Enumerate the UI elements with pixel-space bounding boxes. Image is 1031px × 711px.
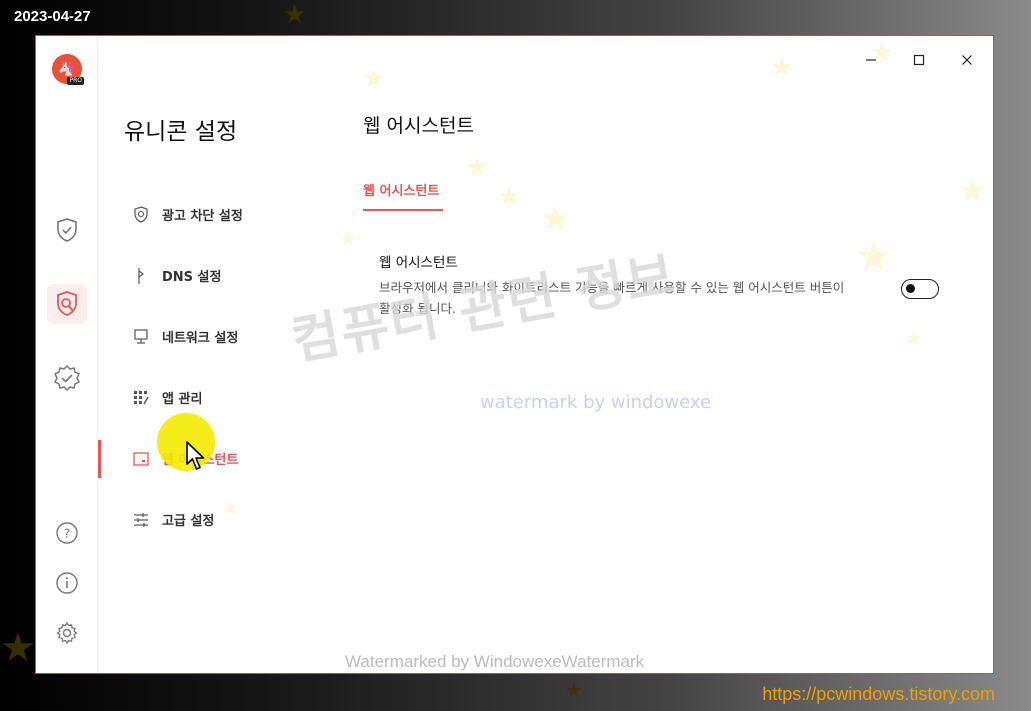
menu-item-dns[interactable]: DNS 설정 [98,245,328,306]
help-icon[interactable]: ? [51,517,83,549]
star-decoration: ★ [340,229,357,250]
star-decoration: ★ [770,53,794,83]
blog-url: https://pcwindows.tistory.com [762,684,995,704]
star-decoration: ★ [958,171,987,209]
star-decoration: ★ [497,182,521,212]
web-assistant-toggle[interactable] [901,279,939,299]
mouse-cursor-icon [186,441,205,470]
menu-item-app-management[interactable]: 앱 관리 [98,367,328,428]
apps-grid-icon [132,389,150,407]
sliders-icon [132,511,150,529]
close-icon[interactable] [955,48,979,72]
menu-item-ad-block[interactable]: 광고 차단 설정 [98,184,328,245]
menu-item-label: 앱 관리 [162,392,203,407]
menu-item-label: 네트워크 설정 [162,331,239,346]
shield-outline-icon [132,206,150,224]
star-decoration: ★ [362,64,386,94]
star-decoration: ★ [855,232,893,281]
star-decoration: ★ [222,498,239,519]
app-window: 🦄 PRO ? 유니콘 설정 광고 차단 설정 DNS 설정 네트워크 설정 앱… [35,35,994,674]
shield-check-icon[interactable] [51,214,83,246]
settings-menu: 광고 차단 설정 DNS 설정 네트워크 설정 앱 관리 웹 어시스턴트 [98,184,328,550]
star-decoration: ★ [870,38,894,68]
watermark-text: Watermarked by WindowexeWatermark [345,652,645,671]
tab-web-assistant[interactable]: 웹 어시스턴트 [363,180,443,211]
menu-item-advanced[interactable]: 고급 설정 [98,489,328,550]
star-decoration: ★ [540,199,571,239]
menu-item-label: 광고 차단 설정 [162,209,243,224]
watermark-text: watermark by windowexe [480,392,712,413]
icon-rail: 🦄 PRO ? [36,36,98,673]
settings-title: 유니콘 설정 [124,119,238,145]
badge-check-icon[interactable] [51,362,83,394]
svg-text:?: ? [64,527,70,541]
page-title: 웹 어시스턴트 [363,115,474,137]
star-decoration: ★ [283,0,307,30]
menu-item-label: 고급 설정 [162,514,215,529]
dns-icon [132,267,150,285]
toggle-knob [906,284,915,293]
shield-wrench-icon[interactable] [47,284,87,324]
network-icon [132,328,150,346]
star-decoration: ★ [465,153,489,183]
star-decoration: ★ [0,625,36,671]
star-decoration: ★ [905,328,922,349]
gear-icon[interactable] [51,617,83,649]
menu-item-label: DNS 설정 [162,270,222,285]
info-icon[interactable] [51,567,83,599]
maximize-icon[interactable] [907,48,931,72]
browser-icon [132,450,150,468]
pro-badge: PRO [67,77,84,85]
date-stamp: 2023-04-27 [14,8,91,25]
star-decoration: ★ [565,678,583,702]
app-logo-icon: 🦄 PRO [52,54,84,85]
